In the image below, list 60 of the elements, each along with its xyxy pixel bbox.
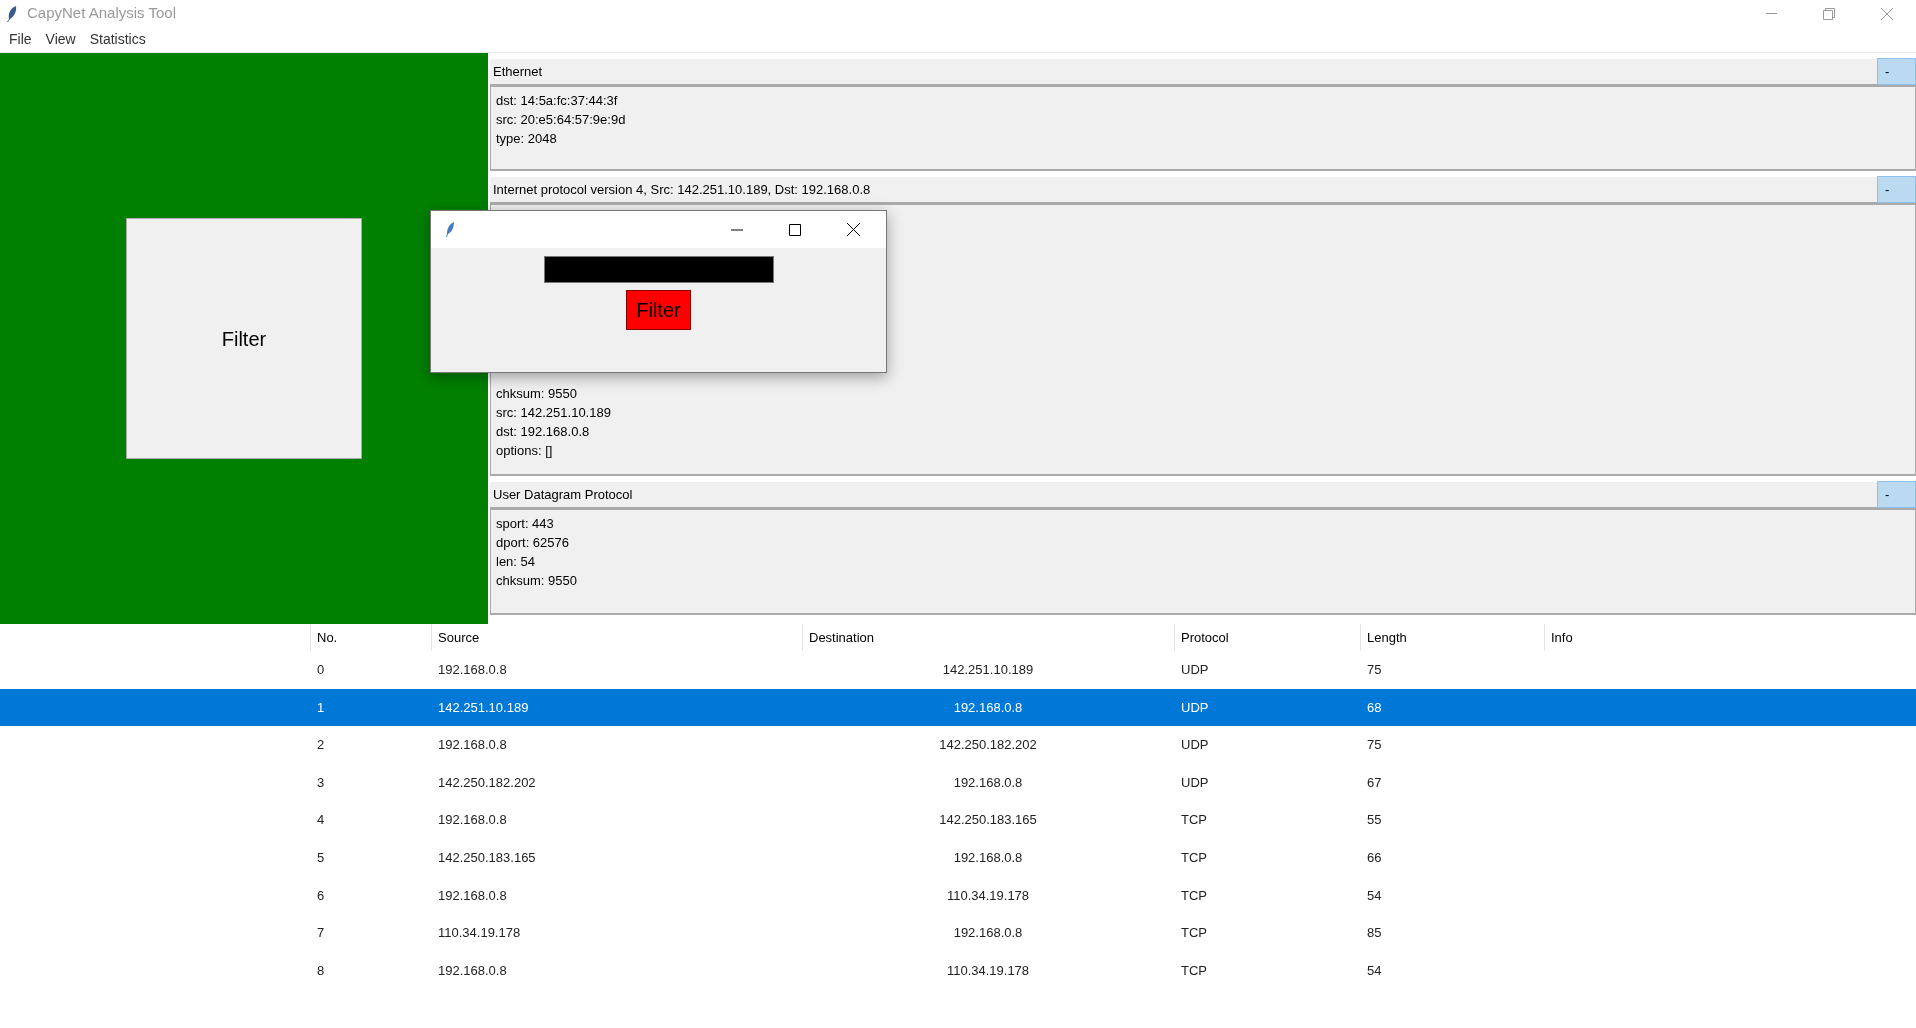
table-cell-text: 1 — [317, 698, 325, 717]
table-cell-text: 75 — [1367, 736, 1382, 755]
field-text: type: 2048 — [496, 130, 558, 148]
table-cell-text: 55 — [1367, 811, 1382, 830]
field-text: options: [] — [496, 442, 554, 460]
table-cell-text: 75 — [1367, 661, 1382, 680]
table-cell-text: UDP — [1181, 661, 1209, 680]
table-cell-text: 8 — [317, 961, 325, 980]
table-cell-text: 192.168.0.8 — [438, 736, 507, 755]
table-cell-text: 192.168.0.8 — [953, 698, 1023, 717]
table-cell-text: 67 — [1367, 773, 1382, 792]
table-cell-text: 66 — [1367, 849, 1382, 867]
field-text: src: 142.251.10.189 — [496, 404, 612, 422]
table-cell-text: UDP — [1181, 773, 1209, 792]
table-cell-text: 192.168.0.8 — [953, 924, 1023, 943]
table-cell-text: 68 — [1367, 698, 1382, 717]
table-cell-text: 6 — [317, 886, 325, 905]
table-cell-text: TCP — [1181, 811, 1207, 830]
table-cell-text: 192.168.0.8 — [438, 661, 507, 680]
table-cell-text: 85 — [1367, 924, 1382, 943]
table-cell-text: 4 — [317, 811, 325, 830]
table-cell-text: 142.251.10.189 — [438, 698, 529, 717]
table-cell-text: 192.168.0.8 — [438, 811, 507, 830]
section-title: Ethernet — [492, 62, 543, 81]
field-text: chksum: 9550 — [496, 385, 578, 403]
table-cell-text: 0 — [317, 661, 325, 680]
table-cell-text: 5 — [317, 849, 325, 867]
field-text: sport: 443 — [496, 515, 555, 533]
table-cell-text: 142.250.182.202 — [438, 773, 536, 792]
section-title: Internet protocol version 4, Src: 142.251.10.189, Dst: 192.168.0.8 — [492, 180, 871, 199]
table-cell-text: 142.250.183.165 — [939, 811, 1037, 830]
table-cell-text: 142.250.182.202 — [939, 736, 1037, 755]
field-text: dport: 62576 — [496, 534, 570, 552]
table-cell-text: 192.168.0.8 — [953, 849, 1023, 867]
table-cell-text: 110.34.19.178 — [438, 924, 521, 943]
table-cell-text: 142.251.10.189 — [942, 661, 1034, 680]
table-cell-text: 192.168.0.8 — [438, 961, 507, 980]
table-cell-text: 7 — [317, 924, 325, 943]
table-cell-text: 3 — [317, 773, 325, 792]
window-title: CapyNet Analysis Tool — [27, 3, 176, 24]
field-text: dst: 192.168.0.8 — [496, 423, 591, 441]
table-cell-text: TCP — [1181, 886, 1207, 905]
table-cell-text: TCP — [1181, 924, 1207, 943]
table-cell-text: 54 — [1367, 886, 1382, 905]
field-text: chksum: 9550 — [496, 572, 578, 590]
table-cell-text: 192.168.0.8 — [438, 886, 507, 905]
field-text: dst: 14:5a:fc:37:44:3f — [496, 92, 619, 110]
table-cell-text: UDP — [1181, 736, 1209, 755]
table-cell-text: 142.250.183.165 — [438, 849, 536, 867]
table-cell-text: TCP — [1181, 849, 1207, 867]
table-cell-text: UDP — [1181, 698, 1209, 717]
table-cell-text: 2 — [317, 736, 325, 755]
table-cell-text: TCP — [1181, 961, 1207, 980]
table-cell-text: 54 — [1367, 961, 1382, 980]
section-title: User Datagram Protocol — [492, 485, 633, 504]
table-cell-text: 192.168.0.8 — [953, 773, 1023, 792]
field-text: len: 54 — [496, 553, 537, 571]
table-cell-text: 110.34.19.178 — [946, 886, 1030, 905]
field-text: src: 20:e5:64:57:9e:9d — [496, 111, 627, 129]
table-cell-text: 110.34.19.178 — [946, 961, 1030, 980]
